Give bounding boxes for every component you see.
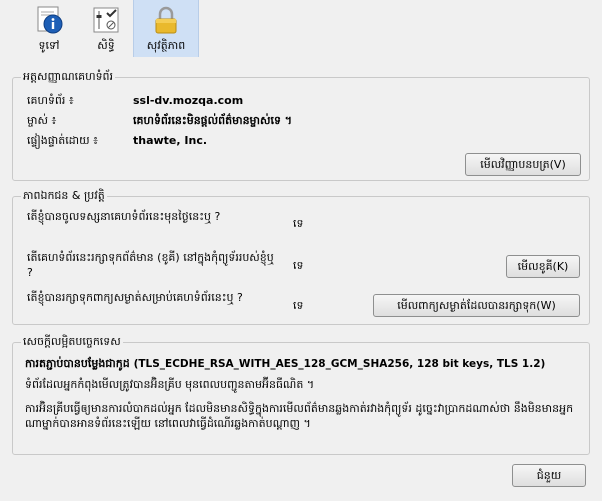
website-value: ssl-dv.mozqa.com: [133, 94, 244, 107]
encryption-summary: ការ​តភ្ជាប់​បាន​បម្លែង​ជា​កូដ (TLS_ECDHE…: [25, 357, 581, 373]
toolbar: ទូទៅ សិទ្ធិ សុវត្ថិភាព: [0, 0, 602, 57]
lock-icon: [155, 6, 177, 34]
identity-group: អត្តសញ្ញាណ​គេហទំព័រ គេហទំព័រ ៖ ssl-dv.mo…: [12, 70, 590, 181]
encryption-details: ការ​អ៊ិនគ្រីប​ធ្វើ​ឲ្យ​មាន​ការ​លំបាក​ដល់…: [25, 402, 574, 430]
tab-security-label: សុវត្ថិភាព: [146, 39, 186, 52]
encryption-explanation: ទំព័រ​ដែល​អ្នក​កំពុង​មើល​ត្រូវ​បាន​អ៊ិនគ…: [25, 378, 315, 391]
verifier-label: ផ្ទៀងផ្ទាត់​ដោយ ៖: [27, 134, 98, 147]
view-certificate-button[interactable]: មើល​វិញ្ញាបនបត្រ(V): [465, 153, 581, 176]
cipher-details: (TLS_ECDHE_RSA_WITH_AES_128_GCM_SHA256, …: [133, 358, 546, 370]
identity-group-title: អត្តសញ្ញាណ​គេហទំព័រ: [21, 70, 116, 86]
cookies-question: តើ​គេហទំព័រ​នេះ​រក្សាទុក​ព័ត៌មាន (ខូគី) …: [27, 251, 274, 279]
privacy-group-title: ភាព​ឯកជន & ប្រវត្តិ: [21, 189, 107, 205]
owner-label: ម្ចាស់ ៖: [27, 114, 57, 127]
tab-general[interactable]: ទូទៅ: [27, 0, 71, 57]
owner-value: គេហទំព័រ​នេះ​មិន​ផ្ដល់​ព័ត៌មាន​ម្ចាស់​ទេ…: [133, 114, 293, 127]
technical-group: សេចក្ដី​លម្អិត​បច្ចេកទេស ការ​តភ្ជាប់​បាន…: [12, 335, 590, 455]
privacy-group: ភាព​ឯកជន & ប្រវត្តិ តើ​ខ្ញុំ​បាន​ចូល​ទស្…: [12, 189, 590, 325]
info-icon: [37, 6, 63, 34]
view-saved-passwords-button[interactable]: មើល​ពាក្យសម្ងាត់​ដែល​បាន​រក្សាទុក(W): [373, 294, 580, 317]
passwords-answer: ទេ: [293, 299, 304, 312]
tab-permissions[interactable]: សិទ្ធិ: [84, 0, 128, 57]
tab-general-label: ទូទៅ: [38, 39, 60, 52]
tab-permissions-label: សិទ្ធិ: [97, 39, 115, 52]
permissions-icon: [93, 7, 119, 33]
cookies-answer: ទេ: [293, 259, 304, 272]
encryption-prefix: ការ​តភ្ជាប់​បាន​បម្លែង​ជា​កូដ: [25, 357, 130, 370]
tab-security[interactable]: សុវត្ថិភាព: [133, 0, 199, 57]
website-label: គេហទំព័រ ៖: [27, 94, 74, 107]
verifier-value: thawte, Inc.: [133, 134, 208, 147]
visited-question: តើ​ខ្ញុំ​បាន​ចូល​ទស្សនា​គេហទំព័រ​នេះ​មុន…: [27, 210, 221, 223]
visited-answer: ទេ: [293, 217, 304, 230]
view-cookies-button[interactable]: មើល​ខូគី(K): [506, 255, 580, 278]
help-button[interactable]: ជំនួយ: [512, 464, 586, 487]
technical-group-title: សេចក្ដី​លម្អិត​បច្ចេកទេស: [21, 335, 123, 351]
passwords-question: តើ​ខ្ញុំ​បាន​រក្សាទុក​ពាក្យសម្ងាត់​សម្រា…: [27, 291, 243, 304]
